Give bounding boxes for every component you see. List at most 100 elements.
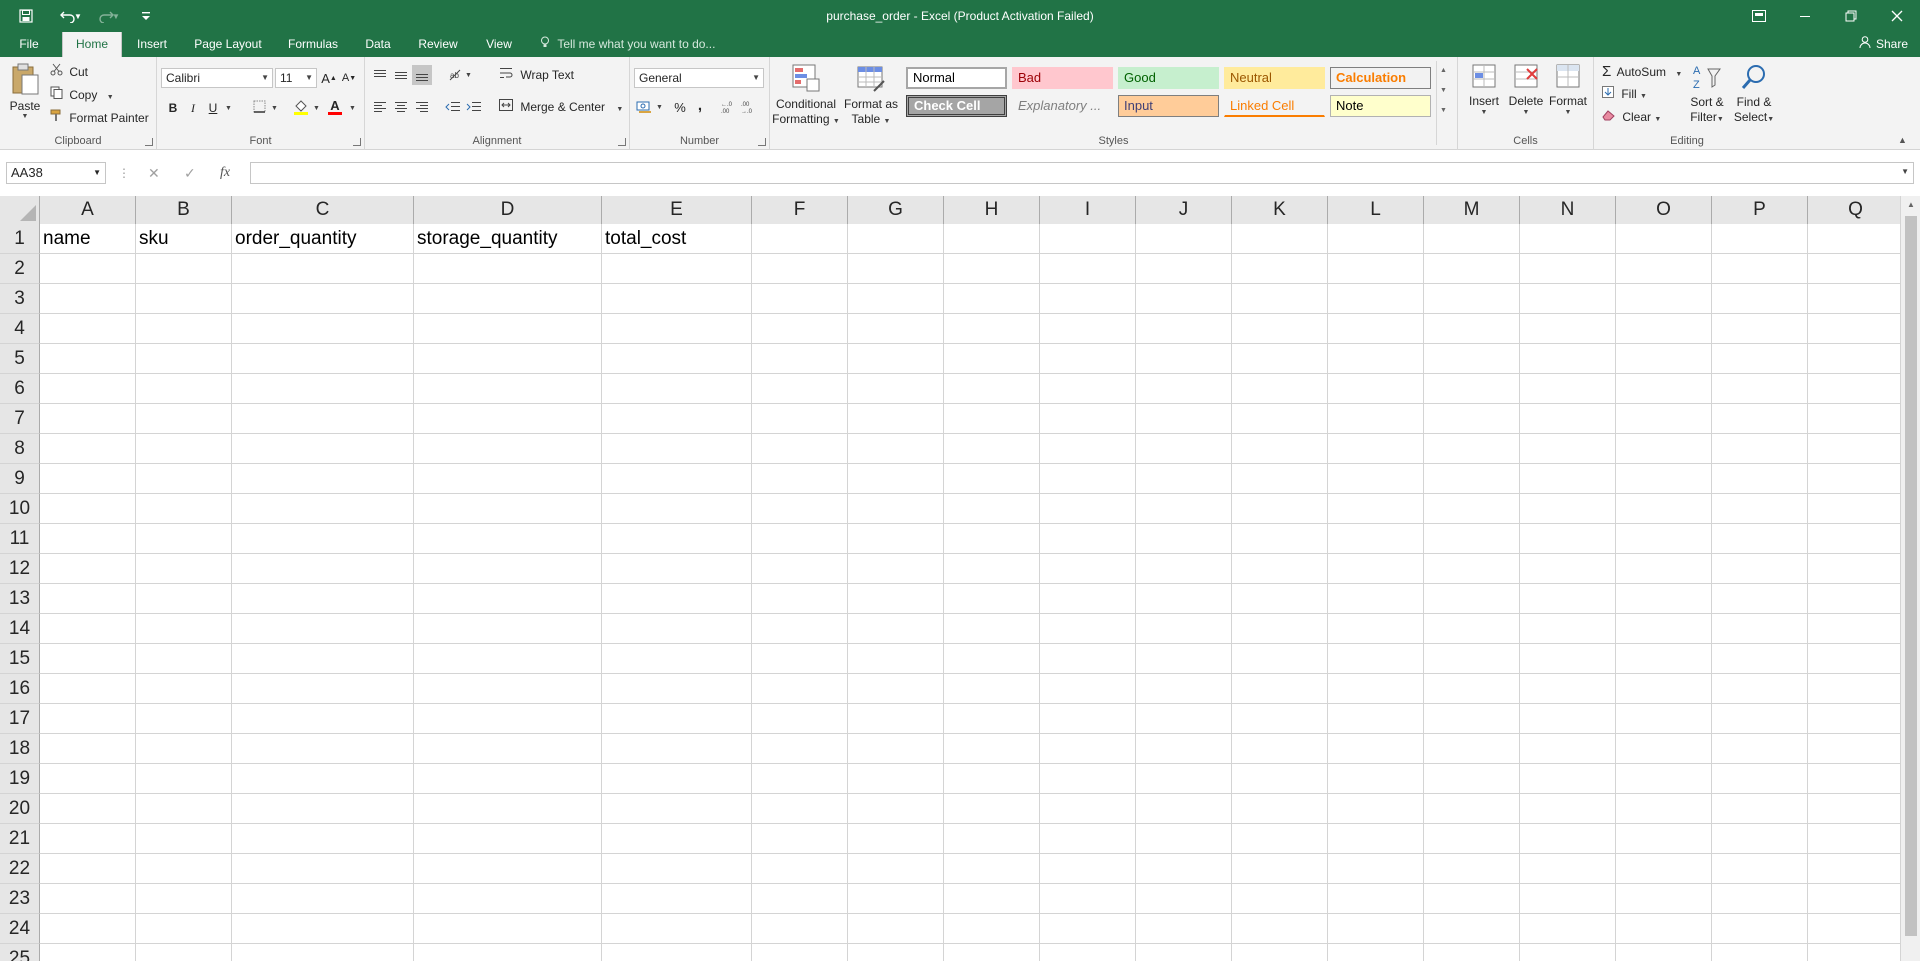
cell[interactable] bbox=[848, 854, 944, 884]
orientation-dropdown-icon[interactable]: ▼ bbox=[465, 72, 472, 79]
cell[interactable] bbox=[1520, 314, 1616, 344]
cell[interactable] bbox=[1136, 314, 1232, 344]
cell[interactable] bbox=[1136, 434, 1232, 464]
cell[interactable] bbox=[944, 704, 1040, 734]
underline-button[interactable]: U bbox=[203, 98, 223, 118]
sort-filter-dropdown-icon[interactable]: ▼ bbox=[1717, 116, 1724, 123]
cell[interactable] bbox=[944, 824, 1040, 854]
cell[interactable] bbox=[944, 944, 1040, 961]
cell[interactable] bbox=[1808, 734, 1900, 764]
cell[interactable] bbox=[752, 704, 848, 734]
cell[interactable] bbox=[602, 884, 752, 914]
borders-dropdown-icon[interactable]: ▼ bbox=[271, 105, 278, 112]
cell[interactable] bbox=[602, 764, 752, 794]
cell[interactable] bbox=[602, 374, 752, 404]
cell[interactable] bbox=[1616, 344, 1712, 374]
cell[interactable] bbox=[1712, 344, 1808, 374]
cell[interactable] bbox=[414, 614, 602, 644]
cell[interactable] bbox=[1232, 374, 1328, 404]
cell[interactable] bbox=[1712, 824, 1808, 854]
cell[interactable] bbox=[1616, 794, 1712, 824]
row-header-13[interactable]: 13 bbox=[0, 584, 40, 614]
redo-dropdown-icon[interactable]: ▼ bbox=[112, 12, 124, 21]
cell[interactable] bbox=[1808, 224, 1900, 254]
cell[interactable] bbox=[136, 674, 232, 704]
cell[interactable] bbox=[1712, 794, 1808, 824]
expand-formula-bar-icon[interactable]: ▼ bbox=[1901, 167, 1909, 176]
header-cell[interactable]: sku bbox=[136, 224, 232, 254]
cell[interactable] bbox=[848, 644, 944, 674]
cell[interactable] bbox=[232, 944, 414, 961]
tab-page-layout[interactable]: Page Layout bbox=[186, 32, 270, 57]
cell[interactable] bbox=[848, 284, 944, 314]
cell[interactable] bbox=[1040, 224, 1136, 254]
cell[interactable] bbox=[1616, 554, 1712, 584]
fill-color-button[interactable] bbox=[291, 98, 311, 118]
cell[interactable] bbox=[1136, 584, 1232, 614]
cell[interactable] bbox=[1136, 824, 1232, 854]
cell[interactable] bbox=[414, 854, 602, 884]
cell[interactable] bbox=[1808, 494, 1900, 524]
cell[interactable] bbox=[136, 734, 232, 764]
increase-decimal-icon[interactable]: ←.0.00 bbox=[720, 97, 740, 117]
cell[interactable] bbox=[1712, 944, 1808, 961]
cell[interactable] bbox=[848, 734, 944, 764]
row-header-2[interactable]: 2 bbox=[0, 254, 40, 284]
cell[interactable] bbox=[752, 674, 848, 704]
column-header-g[interactable]: G bbox=[848, 196, 944, 224]
cell[interactable] bbox=[602, 614, 752, 644]
cell[interactable] bbox=[602, 704, 752, 734]
cell[interactable] bbox=[752, 464, 848, 494]
cell[interactable] bbox=[40, 434, 136, 464]
cell[interactable] bbox=[1136, 704, 1232, 734]
cell[interactable] bbox=[752, 944, 848, 961]
column-header-d[interactable]: D bbox=[414, 196, 602, 224]
cell[interactable] bbox=[1424, 494, 1520, 524]
row-header-8[interactable]: 8 bbox=[0, 434, 40, 464]
cell[interactable] bbox=[602, 584, 752, 614]
cell[interactable] bbox=[232, 524, 414, 554]
cell[interactable] bbox=[944, 914, 1040, 944]
cell[interactable] bbox=[1040, 824, 1136, 854]
cell[interactable] bbox=[1808, 344, 1900, 374]
row-header-22[interactable]: 22 bbox=[0, 854, 40, 884]
delete-cells-dropdown-icon[interactable]: ▼ bbox=[1506, 109, 1546, 116]
cell[interactable] bbox=[1232, 554, 1328, 584]
format-as-table-dropdown-icon[interactable]: ▼ bbox=[884, 118, 891, 125]
cell[interactable] bbox=[1520, 854, 1616, 884]
cell[interactable] bbox=[1808, 584, 1900, 614]
row-header-10[interactable]: 10 bbox=[0, 494, 40, 524]
scroll-thumb[interactable] bbox=[1905, 216, 1917, 936]
cell[interactable] bbox=[752, 644, 848, 674]
cell[interactable] bbox=[1040, 524, 1136, 554]
cell[interactable] bbox=[602, 914, 752, 944]
cell[interactable] bbox=[1232, 284, 1328, 314]
cell[interactable] bbox=[1328, 764, 1424, 794]
cell[interactable] bbox=[1040, 554, 1136, 584]
cell[interactable] bbox=[40, 404, 136, 434]
cell-style-input[interactable]: Input bbox=[1118, 95, 1219, 117]
column-header-a[interactable]: A bbox=[40, 196, 136, 224]
cell[interactable] bbox=[232, 494, 414, 524]
name-box-dropdown-icon[interactable]: ▼ bbox=[93, 163, 101, 183]
cell[interactable] bbox=[1424, 794, 1520, 824]
accounting-dropdown-icon[interactable]: ▼ bbox=[656, 104, 663, 111]
cell[interactable] bbox=[1616, 674, 1712, 704]
cell-style-good[interactable]: Good bbox=[1118, 67, 1219, 89]
cell[interactable] bbox=[40, 464, 136, 494]
fill-dropdown-icon[interactable]: ▼ bbox=[1640, 93, 1647, 100]
cell[interactable] bbox=[1328, 464, 1424, 494]
cell[interactable] bbox=[232, 824, 414, 854]
cell[interactable] bbox=[232, 284, 414, 314]
cell[interactable] bbox=[232, 404, 414, 434]
row-header-25[interactable]: 25 bbox=[0, 944, 40, 961]
cell[interactable] bbox=[1328, 944, 1424, 961]
cell[interactable] bbox=[1616, 764, 1712, 794]
cell[interactable] bbox=[1616, 704, 1712, 734]
cell[interactable] bbox=[944, 284, 1040, 314]
cell[interactable] bbox=[40, 914, 136, 944]
cell[interactable] bbox=[1328, 614, 1424, 644]
cell[interactable] bbox=[1328, 254, 1424, 284]
cell[interactable] bbox=[848, 614, 944, 644]
column-header-m[interactable]: M bbox=[1424, 196, 1520, 224]
